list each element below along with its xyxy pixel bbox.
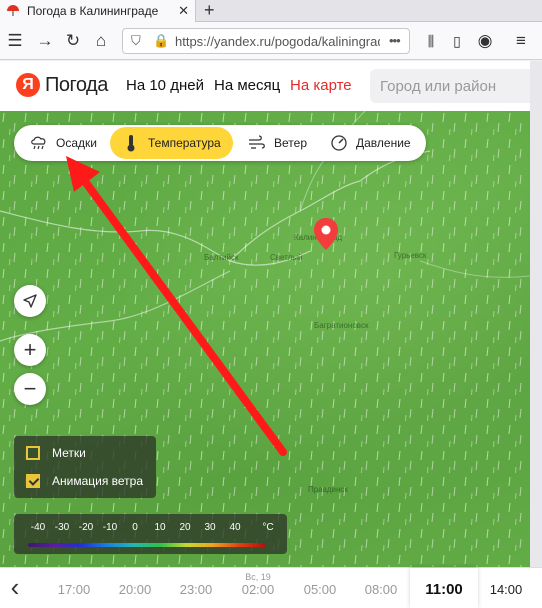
annotation-arrow xyxy=(66,156,287,456)
